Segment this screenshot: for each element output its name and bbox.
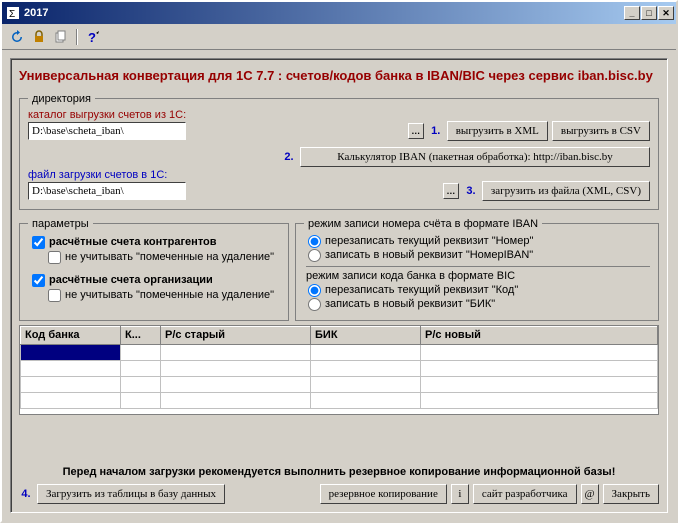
load-file-button[interactable]: загрузить из файла (XML, CSV) <box>482 181 650 201</box>
export-path-input[interactable] <box>28 122 186 140</box>
table-row[interactable] <box>21 392 658 408</box>
contractors-skip-deleted-label: не учитывать "помеченные на удаление" <box>65 251 274 263</box>
contractors-skip-deleted-checkbox[interactable] <box>48 251 61 264</box>
table-row[interactable] <box>21 360 658 376</box>
main-panel: Универсальная конвертация для 1С 7.7 : с… <box>10 58 668 513</box>
docs-icon[interactable] <box>52 28 70 46</box>
org-checkbox[interactable] <box>32 274 45 287</box>
refresh-icon[interactable] <box>8 28 26 46</box>
backup-button[interactable]: резервное копирование <box>320 484 447 504</box>
footer-warning: Перед началом загрузки рекомендуется вып… <box>19 466 659 478</box>
app-window: Σ 2017 _ □ ✕ ? Универсальная конвертация… <box>0 0 678 523</box>
iban-overwrite-label: перезаписать текущий реквизит "Номер" <box>325 235 533 247</box>
help-icon[interactable]: ? <box>84 28 102 46</box>
minimize-button[interactable]: _ <box>624 6 640 20</box>
bic-overwrite-label: перезаписать текущий реквизит "Код" <box>325 284 518 296</box>
step-3: 3. <box>464 185 478 197</box>
table-row[interactable] <box>21 344 658 360</box>
org-skip-deleted-checkbox[interactable] <box>48 289 61 302</box>
export-label: каталог выгрузки счетов из 1С: <box>28 109 650 121</box>
bic-newfield-radio[interactable] <box>308 298 321 311</box>
accounts-table[interactable]: Код банка К... Р/с старый БИК Р/с новый <box>19 325 659 415</box>
bic-mode-legend: режим записи кода банка в формате BIC <box>306 266 650 282</box>
contractors-label: расчётные счета контрагентов <box>49 236 217 248</box>
directory-group: директория каталог выгрузки счетов из 1С… <box>19 93 659 210</box>
close-button[interactable]: ✕ <box>658 6 674 20</box>
col-k[interactable]: К... <box>121 326 161 344</box>
col-bic[interactable]: БИК <box>311 326 421 344</box>
export-csv-button[interactable]: выгрузить в CSV <box>552 121 650 141</box>
at-icon[interactable]: @ <box>581 484 599 504</box>
export-browse-button[interactable]: … <box>408 123 424 139</box>
params-legend: параметры <box>28 218 93 230</box>
iban-mode-group: режим записи номера счёта в формате IBAN… <box>295 218 659 321</box>
directory-legend: директория <box>28 93 95 105</box>
step-4: 4. <box>19 488 33 500</box>
iban-newfield-radio[interactable] <box>308 249 321 262</box>
maximize-button[interactable]: □ <box>641 6 657 20</box>
iban-mode-legend: режим записи номера счёта в формате IBAN <box>304 218 542 230</box>
developer-site-button[interactable]: сайт разработчика <box>473 484 577 504</box>
col-new-acc[interactable]: Р/с новый <box>421 326 658 344</box>
iban-calculator-button[interactable]: Калькулятор IBAN (пакетная обработка): h… <box>300 147 650 167</box>
params-group: параметры расчётные счета контрагентов н… <box>19 218 289 321</box>
iban-newfield-label: записать в новый реквизит "НомерIBAN" <box>325 249 533 261</box>
org-label: расчётные счета организации <box>49 274 213 286</box>
step-2: 2. <box>282 151 296 163</box>
lock-icon[interactable] <box>30 28 48 46</box>
export-xml-button[interactable]: выгрузить в XML <box>447 121 548 141</box>
close-app-button[interactable]: Закрыть <box>603 484 659 504</box>
bic-newfield-label: записать в новый реквизит "БИК" <box>325 298 495 310</box>
toolbar: ? <box>2 24 676 50</box>
page-title: Универсальная конвертация для 1С 7.7 : с… <box>19 67 659 85</box>
org-skip-deleted-label: не учитывать "помеченные на удаление" <box>65 289 274 301</box>
svg-text:Σ: Σ <box>9 9 15 19</box>
col-old-acc[interactable]: Р/с старый <box>161 326 311 344</box>
iban-overwrite-radio[interactable] <box>308 235 321 248</box>
col-bank-code[interactable]: Код банка <box>21 326 121 344</box>
app-icon: Σ <box>6 6 20 20</box>
import-browse-button[interactable]: … <box>443 183 459 199</box>
step-1: 1. <box>429 125 443 137</box>
window-title: 2017 <box>24 7 624 19</box>
load-to-db-button[interactable]: Загрузить из таблицы в базу данных <box>37 484 225 504</box>
import-label: файл загрузки счетов в 1С: <box>28 169 650 181</box>
table-row[interactable] <box>21 376 658 392</box>
bic-overwrite-radio[interactable] <box>308 284 321 297</box>
info-button[interactable]: i <box>451 484 469 504</box>
svg-text:?: ? <box>88 30 96 44</box>
import-path-input[interactable] <box>28 182 186 200</box>
titlebar: Σ 2017 _ □ ✕ <box>2 2 676 24</box>
contractors-checkbox[interactable] <box>32 236 45 249</box>
